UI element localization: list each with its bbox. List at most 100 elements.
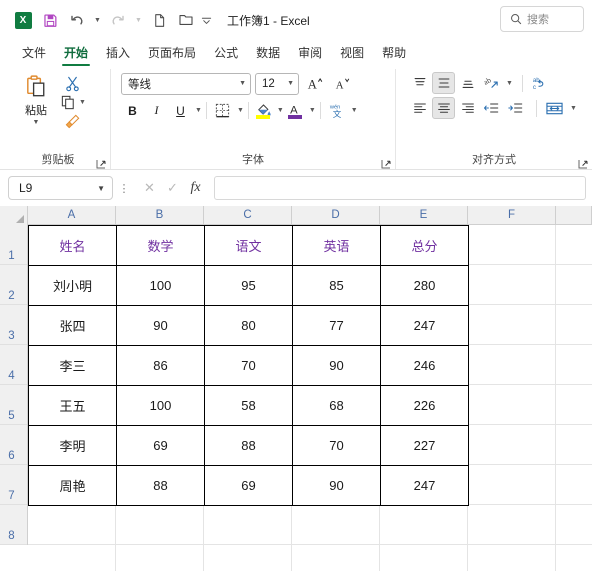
table-cell[interactable]: 247 bbox=[380, 465, 469, 506]
table-cell[interactable]: 70 bbox=[204, 345, 293, 386]
paste-button[interactable]: 粘贴 ▼ bbox=[14, 72, 58, 130]
formula-input[interactable] bbox=[214, 176, 586, 200]
table-cell[interactable]: 86 bbox=[116, 345, 205, 386]
table-header-cell[interactable]: 数学 bbox=[116, 225, 205, 266]
column-header-c[interactable]: C bbox=[204, 206, 292, 225]
column-header-f[interactable]: F bbox=[468, 206, 556, 225]
search-input[interactable]: 搜索 bbox=[500, 6, 584, 32]
table-cell[interactable]: 100 bbox=[116, 265, 205, 306]
column-header-b[interactable]: B bbox=[116, 206, 204, 225]
copy-dropdown-icon[interactable]: ▼ bbox=[79, 99, 86, 106]
table-cell[interactable]: 85 bbox=[292, 265, 381, 306]
increase-font-size-button[interactable]: A bbox=[303, 72, 326, 95]
align-middle-button[interactable] bbox=[432, 72, 455, 94]
tab-help[interactable]: 帮助 bbox=[374, 41, 414, 66]
tab-formulas[interactable]: 公式 bbox=[206, 41, 246, 66]
column-header-a[interactable]: A bbox=[28, 206, 116, 225]
table-cell[interactable]: 周艳 bbox=[28, 465, 117, 506]
font-size-dropdown-icon[interactable]: ▼ bbox=[287, 80, 294, 87]
open-folder-icon[interactable] bbox=[173, 7, 199, 33]
fill-color-dropdown-icon[interactable]: ▼ bbox=[277, 107, 284, 114]
align-center-button[interactable] bbox=[432, 97, 455, 119]
table-cell[interactable]: 88 bbox=[204, 425, 293, 466]
font-color-button[interactable]: A bbox=[285, 102, 306, 119]
clipboard-dialog-launcher-icon[interactable] bbox=[95, 158, 106, 169]
row-header-4[interactable]: 4 bbox=[0, 345, 27, 385]
table-cell[interactable]: 90 bbox=[292, 465, 381, 506]
row-header-6[interactable]: 6 bbox=[0, 425, 27, 465]
tab-view[interactable]: 视图 bbox=[332, 41, 372, 66]
font-color-dropdown-icon[interactable]: ▼ bbox=[309, 107, 316, 114]
copy-button[interactable]: ▼ bbox=[60, 94, 86, 111]
table-cell[interactable]: 100 bbox=[116, 385, 205, 426]
table-header-cell[interactable]: 姓名 bbox=[28, 225, 117, 266]
sheet-area[interactable]: 姓名 数学 语文 英语 总分 刘小明 100 95 85 280 张四 90 80 77 247 李三 86 70… bbox=[28, 225, 592, 571]
tab-insert[interactable]: 插入 bbox=[98, 41, 138, 66]
phonetic-dropdown-icon[interactable]: ▼ bbox=[351, 107, 358, 114]
table-cell[interactable]: 刘小明 bbox=[28, 265, 117, 306]
row-header-8[interactable]: 8 bbox=[0, 505, 27, 545]
tab-file[interactable]: 文件 bbox=[14, 41, 54, 66]
table-cell[interactable]: 88 bbox=[116, 465, 205, 506]
name-box-dropdown-icon[interactable]: ▼ bbox=[97, 184, 105, 193]
fill-color-button[interactable] bbox=[253, 102, 274, 119]
cancel-entry-button[interactable]: ✕ bbox=[139, 177, 160, 199]
decrease-indent-button[interactable] bbox=[480, 97, 503, 119]
table-cell[interactable]: 247 bbox=[380, 305, 469, 346]
merge-dropdown-icon[interactable]: ▼ bbox=[570, 105, 577, 112]
table-header-cell[interactable]: 总分 bbox=[380, 225, 469, 266]
table-header-cell[interactable]: 英语 bbox=[292, 225, 381, 266]
table-cell[interactable]: 226 bbox=[380, 385, 469, 426]
table-cell[interactable]: 280 bbox=[380, 265, 469, 306]
merge-cells-button[interactable] bbox=[541, 97, 567, 119]
table-cell[interactable]: 70 bbox=[292, 425, 381, 466]
borders-button[interactable] bbox=[211, 99, 234, 122]
table-cell[interactable]: 69 bbox=[116, 425, 205, 466]
align-right-button[interactable] bbox=[456, 97, 479, 119]
table-cell[interactable]: 227 bbox=[380, 425, 469, 466]
select-all-corner[interactable] bbox=[0, 206, 28, 225]
table-cell[interactable]: 王五 bbox=[28, 385, 117, 426]
font-dialog-launcher-icon[interactable] bbox=[380, 158, 391, 169]
borders-dropdown-icon[interactable]: ▼ bbox=[237, 107, 244, 114]
row-header-5[interactable]: 5 bbox=[0, 385, 27, 425]
align-left-button[interactable] bbox=[408, 97, 431, 119]
formula-bar-handle[interactable]: ⋮ bbox=[117, 182, 131, 195]
table-cell[interactable]: 77 bbox=[292, 305, 381, 346]
align-top-button[interactable] bbox=[408, 72, 431, 94]
font-name-dropdown-icon[interactable]: ▼ bbox=[239, 80, 246, 87]
row-header-1[interactable]: 1 bbox=[0, 225, 27, 265]
font-name-input[interactable]: 等线 ▼ bbox=[121, 72, 251, 95]
table-cell[interactable]: 张四 bbox=[28, 305, 117, 346]
italic-button[interactable]: I bbox=[145, 99, 168, 122]
column-header-partial[interactable] bbox=[556, 206, 592, 225]
row-header-2[interactable]: 2 bbox=[0, 265, 27, 305]
underline-dropdown-icon[interactable]: ▼ bbox=[195, 107, 202, 114]
cut-button[interactable] bbox=[64, 75, 81, 92]
underline-button[interactable]: U bbox=[169, 99, 192, 122]
table-cell[interactable]: 246 bbox=[380, 345, 469, 386]
increase-indent-button[interactable] bbox=[504, 97, 527, 119]
table-cell[interactable]: 68 bbox=[292, 385, 381, 426]
row-header-3[interactable]: 3 bbox=[0, 305, 27, 345]
confirm-entry-button[interactable]: ✓ bbox=[162, 177, 183, 199]
table-cell[interactable]: 李三 bbox=[28, 345, 117, 386]
tab-data[interactable]: 数据 bbox=[248, 41, 288, 66]
table-cell[interactable]: 58 bbox=[204, 385, 293, 426]
row-header-7[interactable]: 7 bbox=[0, 465, 27, 505]
table-cell[interactable]: 69 bbox=[204, 465, 293, 506]
undo-icon[interactable] bbox=[64, 7, 90, 33]
decrease-font-size-button[interactable]: A bbox=[330, 72, 353, 95]
align-bottom-button[interactable] bbox=[456, 72, 479, 94]
table-cell[interactable]: 90 bbox=[292, 345, 381, 386]
insert-function-button[interactable]: fx bbox=[185, 177, 206, 199]
table-cell[interactable]: 李明 bbox=[28, 425, 117, 466]
table-cell[interactable]: 80 bbox=[204, 305, 293, 346]
orientation-button[interactable]: ab bbox=[480, 72, 503, 94]
save-icon[interactable] bbox=[37, 7, 63, 33]
table-cell[interactable]: 95 bbox=[204, 265, 293, 306]
orientation-dropdown-icon[interactable]: ▼ bbox=[506, 80, 513, 87]
customize-qat-icon[interactable] bbox=[200, 7, 213, 33]
table-header-cell[interactable]: 语文 bbox=[204, 225, 293, 266]
tab-review[interactable]: 审阅 bbox=[290, 41, 330, 66]
